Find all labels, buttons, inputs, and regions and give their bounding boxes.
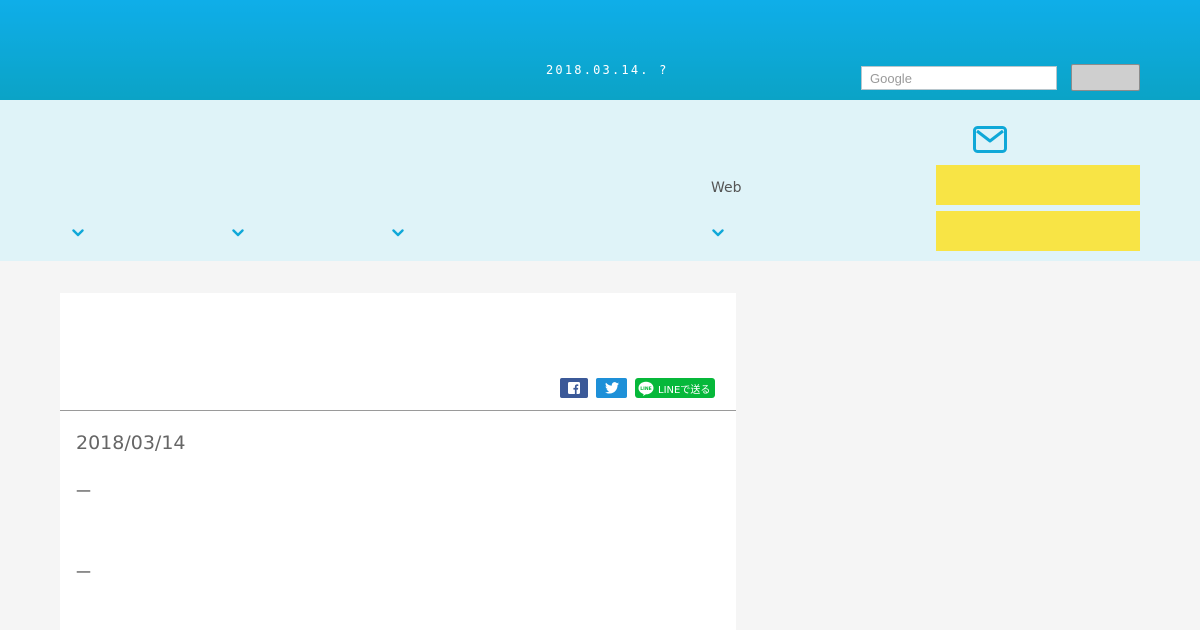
nav-item-2[interactable]: [160, 100, 320, 261]
divider: [60, 410, 736, 411]
svg-text:LINE: LINE: [640, 386, 651, 392]
chevron-down-icon: [232, 229, 244, 237]
global-nav: Web: [0, 100, 1200, 261]
cta-button-1[interactable]: [936, 165, 1140, 205]
nav-item-web-label[interactable]: Web: [711, 180, 742, 196]
search-button[interactable]: [1071, 64, 1140, 91]
article-card: LINE LINEで送る 2018/03/14 — —: [60, 293, 736, 630]
mail-icon[interactable]: [973, 126, 1007, 153]
facebook-icon: [568, 382, 580, 394]
line-icon: LINE: [638, 381, 654, 396]
nav-item-3[interactable]: [320, 100, 480, 261]
chevron-down-icon: [392, 229, 404, 237]
paragraph: —: [76, 562, 91, 580]
line-share-label: LINEで送る: [658, 384, 711, 396]
facebook-share-button[interactable]: [560, 378, 588, 398]
chevron-down-icon: [72, 229, 84, 237]
site-header: 2018.03.14. ?: [0, 0, 1200, 100]
post-date: 2018/03/14: [76, 432, 186, 454]
cta-button-2[interactable]: [936, 211, 1140, 251]
line-share-button[interactable]: LINE LINEで送る: [635, 378, 715, 398]
twitter-share-button[interactable]: [596, 378, 627, 398]
share-buttons: LINE LINEで送る: [60, 378, 736, 398]
chevron-down-icon: [712, 229, 724, 237]
twitter-icon: [604, 382, 619, 394]
paragraph: —: [76, 481, 91, 499]
search-input[interactable]: [861, 66, 1057, 90]
header-date: 2018.03.14. ?: [546, 63, 669, 77]
nav-item-1[interactable]: [0, 100, 160, 261]
